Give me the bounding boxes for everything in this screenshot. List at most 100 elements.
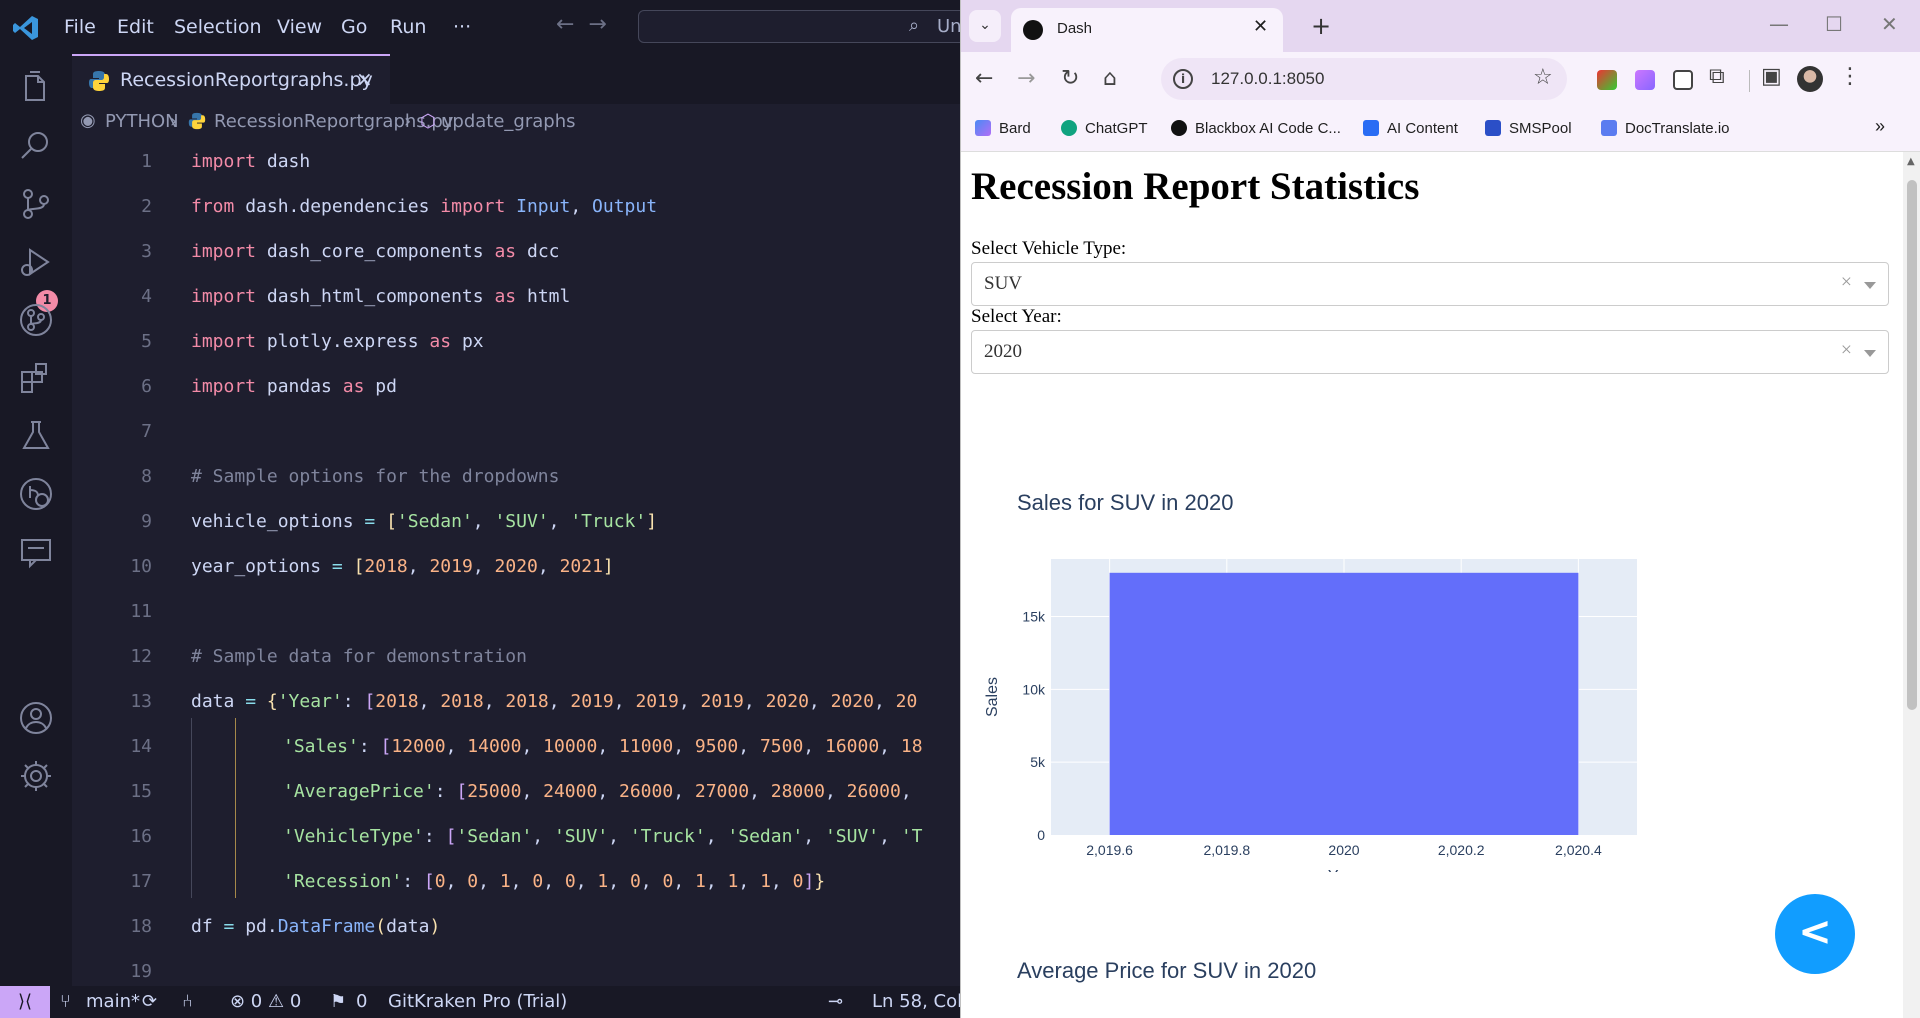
tab-strip: ⌄ Dash ✕ + — ☐ ✕ [961,0,1920,52]
ports-icon: ⚑ [330,991,347,1012]
page-scrollbar[interactable]: ▲ [1903,152,1920,1018]
menu-view[interactable]: View [277,16,322,38]
code-line-9: vehicle_options = ['Sedan', 'SUV', 'Truc… [191,511,658,532]
line-number: 5 [141,331,152,352]
more-bookmarks-icon[interactable]: » [1875,116,1885,137]
line-number: 10 [130,556,152,577]
extensions-icon[interactable] [18,360,54,396]
search-icon[interactable] [18,128,54,164]
extension-color-icon[interactable] [1597,70,1617,90]
code-editor[interactable]: 1 2 3 4 5 6 7 8 9 10 11 12 13 14 15 16 17 18 19 import das… [72,138,960,986]
bookmark-doctranslate[interactable]: DocTranslate.io [1601,120,1730,137]
code-line-2: from dash.dependencies import Input, Out… [191,196,658,217]
y-tick-label: 0 [1037,827,1045,843]
sales-bar-chart[interactable]: Sales for SUV in 2020 0 5k 10k 15k 2,019.6 2,0… [961,402,1903,872]
bookmark-bard[interactable]: Bard [975,120,1031,137]
settings-gear-icon[interactable] [18,758,54,794]
doctranslate-icon [1601,120,1617,136]
bookmark-star-icon[interactable]: ☆ [1533,65,1553,90]
branch-icon: ⑂ [60,991,71,1012]
tab-close-icon[interactable]: ✕ [1253,16,1268,37]
account-icon[interactable] [18,700,54,736]
back-arrow-icon[interactable]: ← [975,66,993,91]
nav-arrows-icon[interactable]: ←→ [556,12,621,37]
command-center[interactable]: ⌕ Un [638,10,960,43]
new-tab-plus-icon[interactable]: + [1311,12,1331,40]
chat-icon[interactable] [18,534,54,570]
forward-arrow-icon[interactable]: → [1017,66,1035,91]
line-number: 9 [141,511,152,532]
menu-go[interactable]: Go [341,16,367,38]
bard-icon [975,120,991,136]
tab-label: RecessionReportgraphs.py [120,69,373,91]
explorer-icon[interactable] [18,70,54,106]
y-tick-label: 10k [1022,681,1046,697]
code-line-5: import plotly.express as px [191,331,484,352]
blackbox-icon [1171,120,1187,136]
home-icon[interactable]: ⌂ [1103,66,1117,91]
dropdown-arrow-icon[interactable] [1864,350,1876,357]
side-panel-icon[interactable]: ▣ [1761,64,1782,89]
tab-recessionreportgraphs[interactable]: RecessionReportgraphs.py × [72,54,390,104]
title-bar: File Edit Selection View Go Run ··· ←→ ⌕… [0,0,960,54]
menu-file[interactable]: File [64,16,96,38]
menu-edit[interactable]: Edit [117,16,154,38]
breadcrumb-symbol[interactable]: update_graphs [441,111,576,132]
sync-icon[interactable]: ⟳ [142,991,157,1012]
clear-icon[interactable]: × [1841,339,1852,362]
bookmark-chatgpt[interactable]: ChatGPT [1061,120,1148,137]
ports-count[interactable]: 0 [356,991,367,1012]
image-extension-icon[interactable] [1673,70,1693,90]
profile-avatar[interactable] [1797,66,1823,92]
site-info-icon[interactable]: i [1173,69,1193,89]
dropdown-arrow-icon[interactable] [1864,282,1876,289]
address-bar[interactable]: i 127.0.0.1:8050 ☆ [1161,58,1567,100]
remote-explorer-icon[interactable] [18,476,54,512]
remote-indicator-icon[interactable]: ⟩⟨ [0,986,50,1018]
cursor-position[interactable]: Ln 58, Col 4 [872,991,960,1012]
dash-debug-button[interactable]: < > [1775,894,1855,1018]
menu-run[interactable]: Run [390,16,426,38]
source-control-icon[interactable] [18,186,54,222]
close-window-icon[interactable]: ✕ [1881,12,1898,36]
scrollbar-thumb[interactable] [1907,180,1917,710]
menu-selection[interactable]: Selection [174,16,262,38]
menu-dots-icon[interactable]: ⋮ [1839,64,1861,89]
clear-icon[interactable]: × [1841,271,1852,294]
extensions-puzzle-icon[interactable]: ⧉ [1709,64,1725,89]
bookmark-smspool[interactable]: SMSPool [1485,120,1572,137]
vehicle-type-dropdown[interactable]: SUV × [971,262,1889,306]
minimize-icon[interactable]: — [1769,12,1789,36]
code-line-18: df = pd.DataFrame(data) [191,916,441,937]
branch-name[interactable]: main* [86,991,140,1012]
tab-search-chevron-icon[interactable]: ⌄ [969,10,1001,42]
git-graph-icon[interactable] [18,302,54,338]
bookmark-ai-content[interactable]: AI Content [1363,120,1458,137]
year-dropdown[interactable]: 2020 × [971,330,1889,374]
line-number: 14 [130,736,152,757]
reload-icon[interactable]: ↻ [1061,66,1079,91]
git-graph-status-icon[interactable]: ⑃ [182,991,193,1012]
breadcrumb-root[interactable]: PYTHON [105,111,179,132]
python-file-icon [188,112,206,130]
url-text[interactable]: 127.0.0.1:8050 [1211,69,1324,89]
testing-icon[interactable] [18,418,54,454]
tab-close-icon[interactable]: × [356,67,373,91]
vscode-window: File Edit Selection View Go Run ··· ←→ ⌕… [0,0,960,1018]
code-line-17: 'Recession': [0, 0, 1, 0, 0, 1, 0, 0, 1,… [283,871,826,892]
browser-tab-dash[interactable]: Dash ✕ [1011,8,1283,52]
x-tick-label: 2,020.2 [1438,842,1485,858]
problems-indicator[interactable]: ⊗ 0 ⚠ 0 [230,991,301,1012]
extension-purple-icon[interactable] [1635,70,1655,90]
run-debug-icon[interactable] [18,244,54,280]
x-axis-label: Year [1328,868,1361,872]
code-line-15: 'AveragePrice': [25000, 24000, 26000, 27… [283,781,912,802]
scroll-up-arrow-icon[interactable]: ▲ [1907,156,1915,167]
gitkraken-status[interactable]: GitKraken Pro (Trial) [388,991,567,1012]
x-tick-label: 2020 [1328,842,1359,858]
bookmark-blackbox[interactable]: Blackbox AI Code C... [1171,120,1341,137]
breadcrumb-file[interactable]: RecessionReportgraphs.py [214,111,453,132]
maximize-icon[interactable]: ☐ [1825,12,1843,36]
function-symbol-icon: ⬡ [420,111,436,132]
menu-more[interactable]: ··· [453,16,471,38]
